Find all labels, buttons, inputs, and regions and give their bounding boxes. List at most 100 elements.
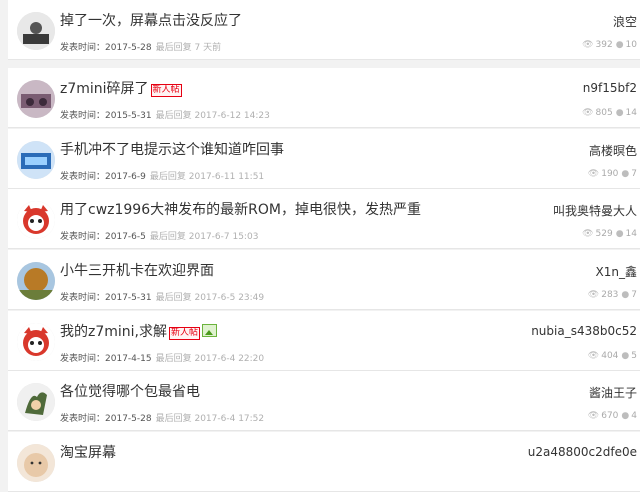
thread-row[interactable]: 小牛三开机卡在欢迎界面发表时间：2017-5-31 最后回复 2017-6-5 2…: [8, 250, 640, 310]
thread-row[interactable]: 手机冲不了电提示这个谁知道咋回事 发表时间：2017-6-9 最后回复 2017-6…: [8, 129, 640, 189]
eye-icon: 👁: [587, 411, 600, 421]
post-date: 2017-4-15: [105, 354, 152, 364]
thread-title-text[interactable]: 手机冲不了电提示这个谁知道咋回事: [60, 142, 284, 158]
thread-title[interactable]: 用了cwz1996大神发布的最新ROM，掉电很快，发热严重: [60, 199, 421, 219]
thread-row[interactable]: 我的z7mini,求解 新人帖发表时间：2017-4-15 最后回复 2017-6-…: [8, 311, 640, 371]
thread-title-text[interactable]: 淘宝屏幕: [60, 445, 116, 461]
last-reply-time: 2017-6-7 15:03: [188, 232, 259, 242]
thread-meta: 发表时间：2017-5-31 最后回复 2017-6-5 23:49: [60, 290, 264, 303]
thread-title[interactable]: 手机冲不了电提示这个谁知道咋回事: [60, 139, 284, 159]
last-reply-time: 2017-6-5 23:49: [194, 293, 265, 303]
author-name[interactable]: u2a48800c2dfe0e: [528, 445, 637, 459]
post-time-label: 发表时间：: [60, 232, 106, 242]
thread-stats: 👁 283 ● 7: [588, 290, 637, 300]
last-reply-label: 最后回复: [155, 111, 192, 121]
post-date: 2017-6-9: [105, 172, 146, 182]
thread-list: 掉了一次，屏幕点击没反应了 发表时间：2017-5-28 最后回复 7 天前 浪空 👁 3…: [0, 0, 640, 492]
view-count: 404: [601, 351, 619, 361]
comment-icon: ●: [615, 108, 624, 118]
last-reply-label: 最后回复: [155, 414, 192, 424]
author-name[interactable]: nubia_s438b0c52: [531, 324, 637, 338]
author-name[interactable]: X1n_鑫: [596, 263, 637, 280]
eye-icon: 👁: [582, 40, 594, 50]
thread-title[interactable]: 我的z7mini,求解 新人帖: [60, 321, 218, 341]
reply-count: 7: [631, 169, 637, 179]
reply-count: 14: [625, 229, 637, 239]
thread-title-text[interactable]: 用了cwz1996大神发布的最新ROM，掉电很快，发热严重: [60, 202, 421, 218]
thread-title-text[interactable]: 小牛三开机卡在欢迎界面: [60, 263, 214, 279]
eye-icon: 👁: [582, 229, 594, 239]
view-count: 392: [595, 40, 613, 50]
view-count: 805: [595, 108, 613, 118]
thread-row[interactable]: 淘宝屏幕 u2a48800c2dfe0e: [8, 432, 640, 492]
thread-title-text[interactable]: 掉了一次，屏幕点击没反应了: [60, 13, 242, 29]
reply-count: 5: [631, 351, 637, 361]
author-name[interactable]: 酱油王子: [589, 384, 637, 401]
avatar[interactable]: [17, 323, 55, 361]
reply-count: 4: [631, 411, 637, 421]
reply-count: 14: [625, 108, 637, 118]
avatar[interactable]: [17, 80, 55, 118]
view-count: 529: [595, 229, 613, 239]
eye-icon: 👁: [587, 351, 600, 361]
last-reply-time: 7 天前: [194, 43, 222, 53]
thread-title-text[interactable]: 各位觉得哪个包最省电: [60, 384, 200, 400]
thread-title[interactable]: z7mini碎屏了 新人帖: [60, 78, 182, 98]
thread-title-text[interactable]: z7mini碎屏了: [60, 81, 149, 97]
post-date: 2017-5-28: [105, 43, 152, 53]
author-name[interactable]: 叫我奥特曼大人: [553, 202, 637, 219]
post-time-label: 发表时间：: [60, 354, 106, 364]
post-date: 2017-5-28: [105, 414, 152, 424]
reply-count: 10: [625, 40, 637, 50]
post-time-label: 发表时间：: [60, 414, 106, 424]
thread-title-text[interactable]: 我的z7mini,求解: [60, 324, 167, 340]
thread-stats: 👁 805 ● 14: [582, 108, 637, 118]
thread-meta: 发表时间：2017-6-9 最后回复 2017-6-11 11:51: [60, 169, 264, 182]
thread-title[interactable]: 掉了一次，屏幕点击没反应了: [60, 10, 242, 30]
thread-row[interactable]: 用了cwz1996大神发布的最新ROM，掉电很快，发热严重发表时间： 2017-6…: [8, 189, 640, 249]
avatar[interactable]: [17, 201, 55, 239]
post-time-label: 发表时间：: [60, 43, 106, 53]
comment-icon: ●: [621, 351, 630, 361]
author-name[interactable]: 浪空: [613, 13, 637, 30]
thread-title[interactable]: 小牛三开机卡在欢迎界面: [60, 260, 214, 280]
reply-count: 7: [631, 290, 637, 300]
thread-title[interactable]: 各位觉得哪个包最省电: [60, 381, 200, 401]
author-name[interactable]: 高楼暝色: [589, 142, 637, 159]
last-reply-time: 2017-6-11 11:51: [188, 172, 265, 182]
avatar[interactable]: [17, 262, 55, 300]
post-time-label: 发表时间：: [60, 111, 106, 121]
new-user-badge: 新人帖: [150, 84, 182, 97]
view-count: 283: [601, 290, 619, 300]
last-reply-time: 2017-6-12 14:23: [194, 111, 270, 121]
new-user-badge: 新人帖: [169, 327, 201, 340]
thread-row[interactable]: z7mini碎屏了 新人帖发表时间：2015-5-31 最后回复 2017-6-12…: [8, 68, 640, 128]
thread-title[interactable]: 淘宝屏幕: [60, 442, 116, 462]
eye-icon: 👁: [587, 169, 600, 179]
comment-icon: ●: [621, 411, 630, 421]
thread-row[interactable]: 各位觉得哪个包最省电发表时间：2017-5-28 最后回复 2017-6-4 17…: [8, 371, 640, 431]
thread-meta: 发表时间：2015-5-31 最后回复 2017-6-12 14:23: [60, 108, 270, 121]
thread-stats: 👁 529 ● 14: [582, 229, 637, 239]
image-attachment-icon: [202, 324, 218, 337]
post-date: 2015-5-31: [105, 111, 152, 121]
last-reply-time: 2017-6-4 22:20: [194, 354, 265, 364]
avatar[interactable]: [17, 383, 55, 421]
view-count: 190: [601, 169, 619, 179]
thread-meta: 发表时间：2017-5-28 最后回复 7 天前: [60, 40, 221, 53]
avatar[interactable]: [17, 444, 55, 482]
thread-stats: 👁 404 ● 5: [588, 351, 637, 361]
avatar[interactable]: [17, 141, 55, 179]
avatar[interactable]: [17, 12, 55, 50]
last-reply-label: 最后回复: [155, 354, 192, 364]
thread-row[interactable]: 掉了一次，屏幕点击没反应了 发表时间：2017-5-28 最后回复 7 天前 浪空 👁 3…: [8, 0, 640, 60]
eye-icon: 👁: [587, 290, 600, 300]
comment-icon: ●: [615, 40, 624, 50]
comment-icon: ●: [615, 229, 624, 239]
author-name[interactable]: n9f15bf2: [583, 81, 637, 95]
last-reply-label: 最后回复: [155, 43, 192, 53]
post-time-label: 发表时间：: [60, 172, 106, 182]
view-count: 670: [601, 411, 619, 421]
last-reply-time: 2017-6-4 17:52: [194, 414, 265, 424]
thread-stats: 👁 670 ● 4: [588, 411, 637, 421]
